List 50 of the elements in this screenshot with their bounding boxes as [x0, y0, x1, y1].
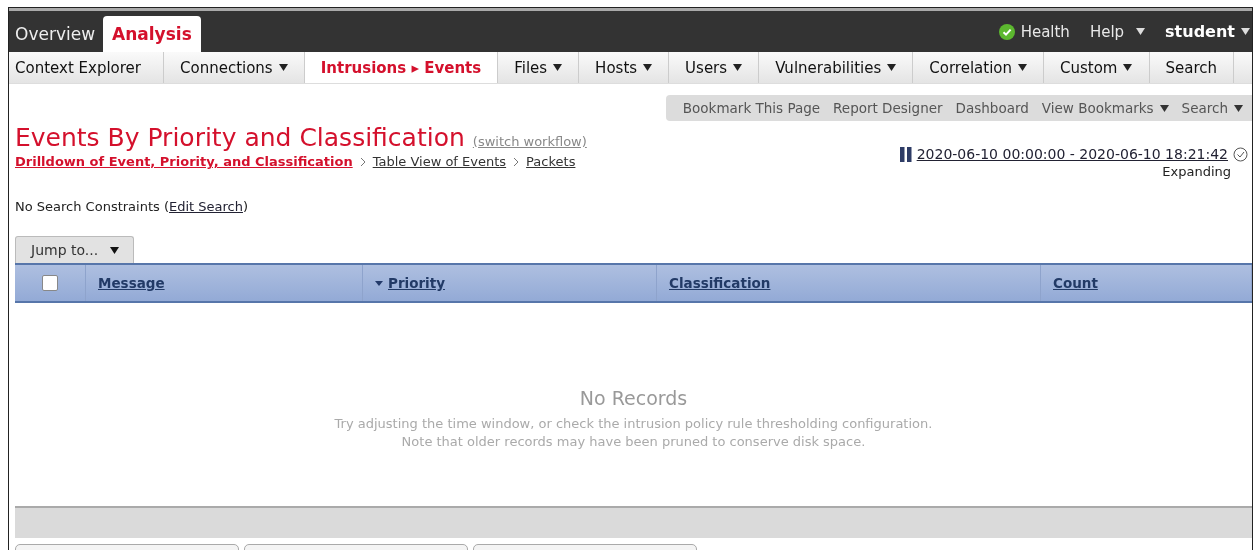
chevron-icon	[513, 156, 520, 167]
switch-workflow-link[interactable]: (switch workflow)	[472, 134, 587, 149]
subnav-tab[interactable]: Correlation	[913, 52, 1044, 83]
toolbar-link[interactable]: Report Designer	[828, 100, 948, 116]
caret-icon	[1136, 28, 1146, 35]
time-mode-label: Expanding	[1162, 164, 1231, 179]
column-header[interactable]: Count	[1053, 275, 1098, 291]
toolbar-link[interactable]: Dashboard	[950, 100, 1034, 116]
edit-search-link[interactable]: Edit Search	[169, 199, 243, 214]
jump-to-dropdown[interactable]: Jump to...	[15, 236, 135, 263]
toolbar-link[interactable]: Bookmark This Page	[677, 100, 826, 116]
constraints-text: No Search Constraints (	[15, 199, 169, 214]
subnav-tab[interactable]: Context Explorer	[9, 52, 164, 83]
subnav-tab[interactable]: Connections	[164, 52, 305, 83]
toolbar-link[interactable]: Search	[1176, 100, 1248, 116]
nav-tab[interactable]: Analysis	[103, 16, 201, 52]
subnav-tab[interactable]: Intrusions ▸ Events	[304, 52, 499, 83]
subnav-tab[interactable]: Files	[498, 52, 580, 83]
check-circle-icon	[998, 23, 1015, 40]
help-menu[interactable]: Help	[1089, 22, 1146, 41]
help-label: Help	[1089, 22, 1125, 41]
subnav-tab[interactable]: Users	[669, 52, 760, 83]
page-title: Events By Priority and Classification	[15, 123, 465, 152]
empty-title: No Records	[579, 386, 688, 409]
pause-icon[interactable]	[899, 146, 912, 162]
constraints-text: )	[242, 199, 249, 214]
subnav-tab[interactable]: Search	[1149, 52, 1235, 83]
column-header[interactable]: Message	[98, 275, 165, 291]
caret-icon	[110, 246, 120, 254]
subnav-tab[interactable]: Custom	[1044, 52, 1150, 83]
user-name: student	[1165, 22, 1235, 41]
select-all-checkbox[interactable]	[42, 275, 58, 291]
health-label: Health	[1020, 22, 1070, 41]
breadcrumb-link[interactable]: Table View of Events	[372, 154, 507, 169]
empty-message: Note that older records may have been pruned to conserve disk space.	[401, 432, 866, 451]
toolbar-link[interactable]: View Bookmarks	[1036, 100, 1174, 116]
column-header[interactable]: Priority	[388, 275, 445, 291]
column-header[interactable]: Classification	[669, 275, 771, 291]
time-range-link[interactable]: 2020-06-10 00:00:00 - 2020-06-10 18:21:42	[916, 146, 1228, 162]
empty-message: Try adjusting the time window, or check the intrusion policy rule thresholding configuration.	[334, 414, 933, 433]
sort-caret-icon[interactable]	[375, 280, 383, 286]
breadcrumb-link[interactable]: Drilldown of Event, Priority, and Classification	[15, 154, 353, 169]
subnav-tab[interactable]: Vulnerabilities	[759, 52, 914, 83]
nav-tab[interactable]: Overview	[9, 16, 101, 52]
subnav-tab[interactable]: Hosts	[579, 52, 670, 83]
breadcrumb-link[interactable]: Packets	[526, 154, 576, 169]
caret-icon	[1241, 28, 1250, 35]
health-link[interactable]: Health	[998, 22, 1070, 41]
chevron-icon	[359, 156, 366, 167]
user-menu[interactable]: student	[1165, 22, 1250, 41]
